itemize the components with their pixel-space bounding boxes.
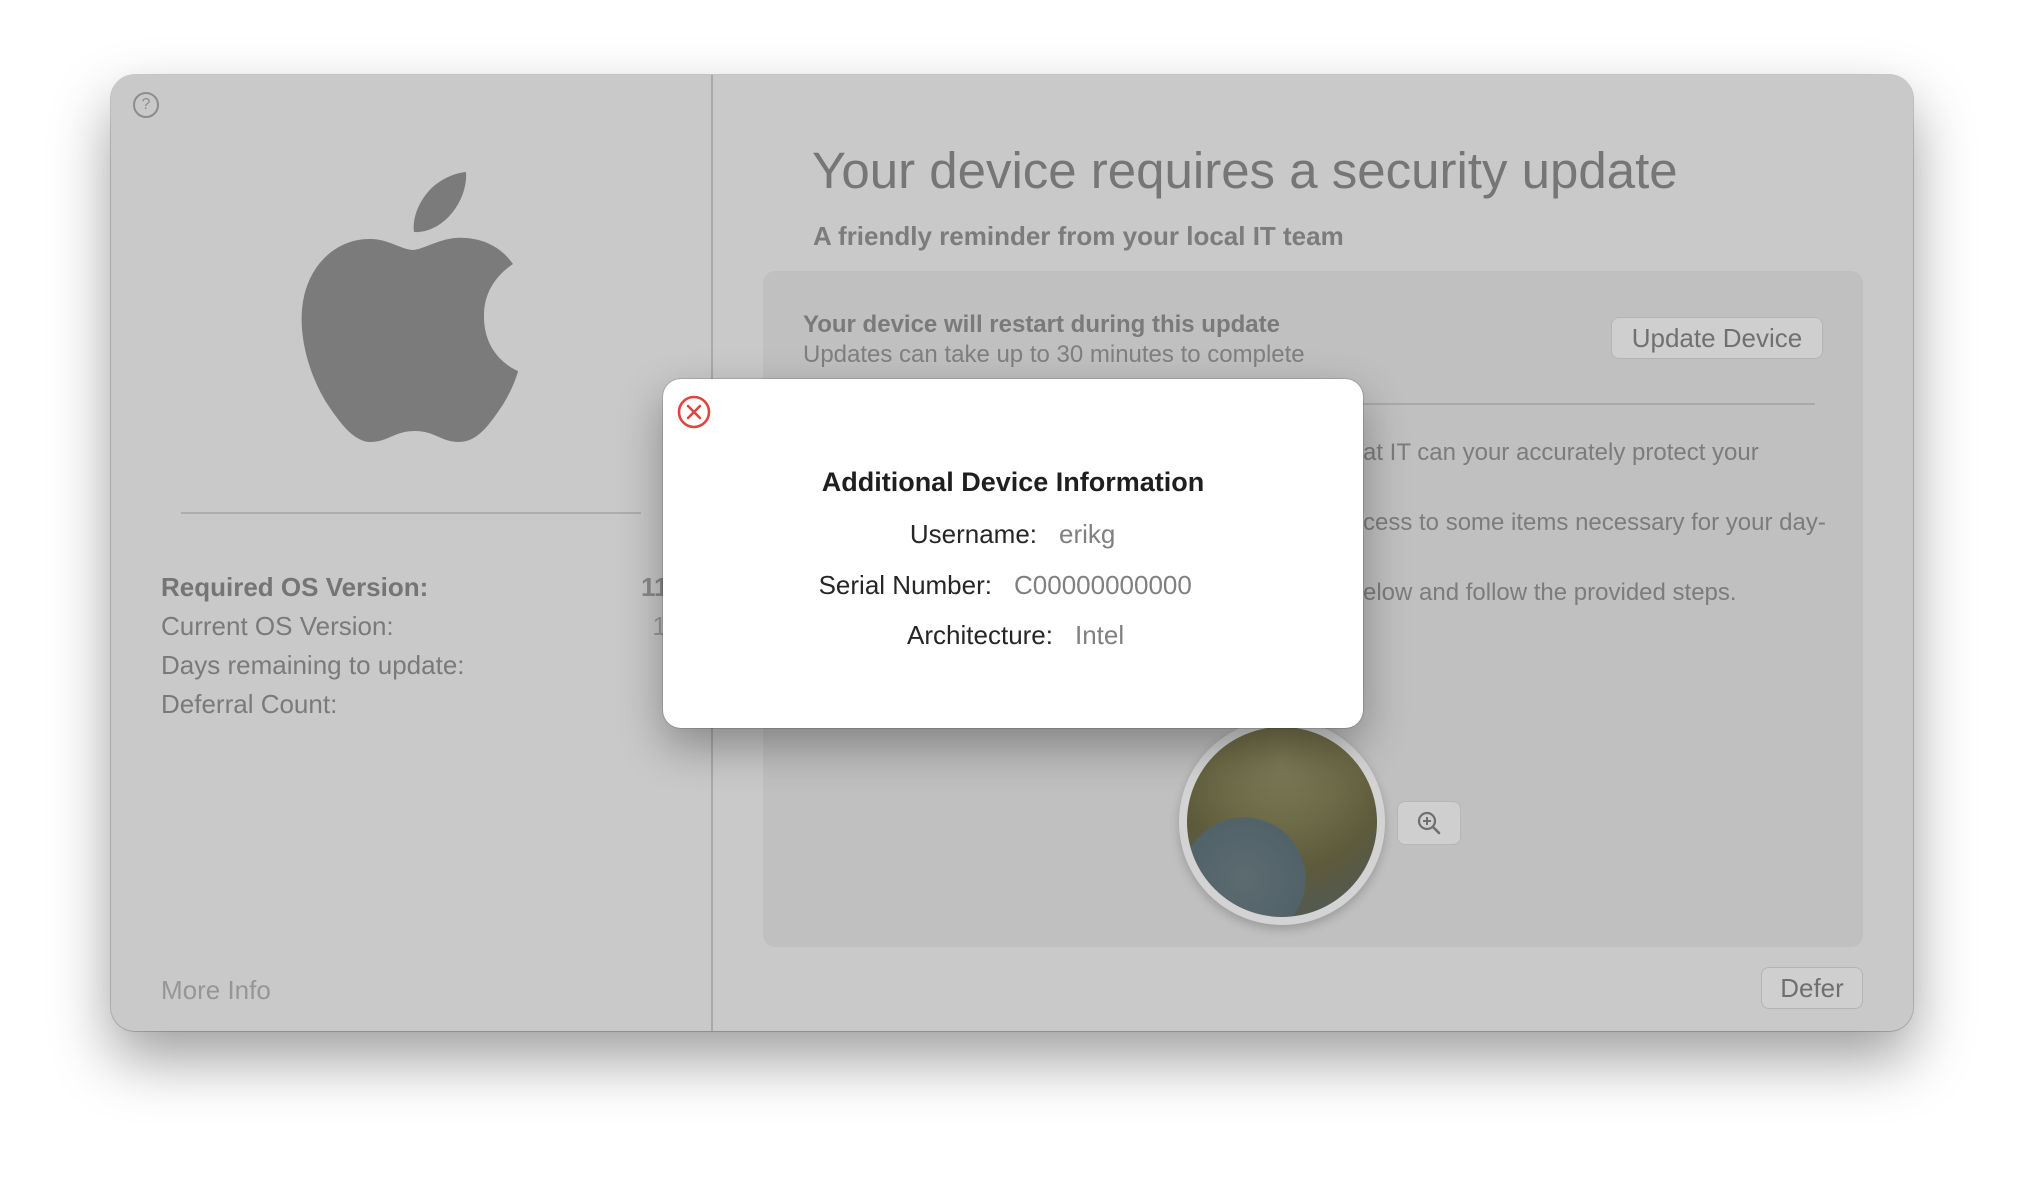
current-os-label: Current OS Version: [161, 611, 394, 641]
device-info-modal: Additional Device Information Username: … [663, 379, 1363, 728]
left-pane: ? Required OS Version: 11.2.1 Current OS… [111, 75, 711, 1031]
serial-number-value: C00000000000 [1014, 570, 1192, 600]
body-text-line: elow and follow the provided steps. [1363, 579, 1737, 606]
architecture-label: Architecture: [907, 620, 1053, 650]
page-subtitle: A friendly reminder from your local IT t… [813, 221, 1344, 251]
days-remaining-label: Days remaining to update: [161, 650, 465, 680]
serial-number-label: Serial Number: [818, 570, 992, 600]
deferral-count-label: Deferral Count: [161, 689, 338, 719]
apple-logo-icon [301, 172, 518, 443]
big-sur-landscape-image [1187, 727, 1377, 917]
macos-preview-image[interactable] [1179, 719, 1385, 925]
modal-title: Additional Device Information [821, 467, 1205, 497]
restart-title: Your device will restart during this upd… [803, 311, 1280, 338]
page-title: Your device requires a security update [812, 142, 1678, 199]
username-row: Username: erikg [663, 519, 1363, 553]
left-separator [181, 512, 641, 514]
required-os-label: Required OS Version: [161, 572, 429, 602]
more-info-button[interactable]: More Info [161, 975, 271, 1006]
zoom-button[interactable] [1397, 801, 1461, 845]
restart-subtitle: Updates can take up to 30 minutes to com… [803, 341, 1305, 368]
architecture-row: Architecture: Intel [663, 620, 1363, 654]
serial-number-row: Serial Number: C00000000000 [663, 570, 1363, 604]
defer-button[interactable]: Defer [1761, 967, 1863, 1009]
body-text-line: cess to some items necessary for your da… [1363, 509, 1826, 536]
close-icon[interactable] [677, 395, 711, 429]
update-device-button[interactable]: Update Device [1611, 317, 1823, 359]
username-value: erikg [1059, 519, 1116, 549]
magnifier-plus-icon [1417, 811, 1441, 835]
username-label: Username: [909, 519, 1037, 549]
architecture-value: Intel [1075, 620, 1125, 650]
body-text-line: at IT can your accurately protect your [1363, 439, 1759, 466]
help-icon[interactable]: ? [133, 92, 159, 118]
